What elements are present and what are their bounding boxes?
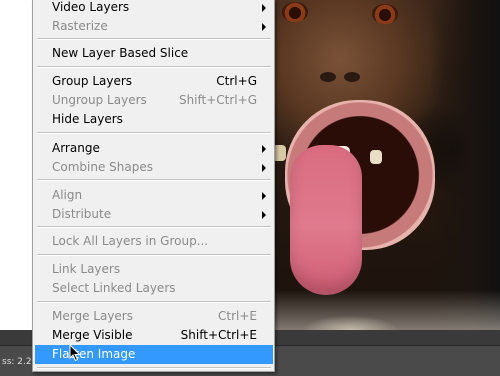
menu-item-lock-all-layers[interactable]: Lock All Layers in Group... (35, 232, 273, 251)
right-eye (372, 4, 398, 24)
menu-item-merge-layers[interactable]: Merge Layers Ctrl+E (35, 307, 273, 326)
menu-item-group-layers[interactable]: Group Layers Ctrl+G (35, 72, 273, 91)
submenu-arrow-icon (262, 23, 266, 31)
submenu-arrow-icon (262, 164, 266, 172)
submenu-arrow-icon (262, 211, 266, 219)
menu-item-align[interactable]: Align (35, 186, 273, 205)
photo-shadow (430, 0, 500, 330)
document-canvas-edge[interactable] (0, 0, 34, 330)
menu-item-combine-shapes[interactable]: Combine Shapes (35, 158, 273, 177)
submenu-arrow-icon (262, 145, 266, 153)
menu-separator (37, 66, 271, 68)
menu-separator (37, 132, 271, 134)
mouse-cursor-icon (69, 343, 81, 362)
menu-item-new-layer-based-slice[interactable]: New Layer Based Slice (35, 44, 273, 63)
photo-floor (260, 290, 500, 330)
menu-separator (37, 301, 271, 303)
menu-item-merge-visible[interactable]: Merge Visible Shift+Ctrl+E (35, 326, 273, 345)
right-nostril (344, 72, 360, 82)
menu-item-video-layers[interactable]: Video Layers (35, 0, 273, 17)
menu-item-select-linked-layers[interactable]: Select Linked Layers (35, 279, 273, 298)
left-eye (282, 2, 308, 22)
menu-separator (37, 38, 271, 40)
submenu-arrow-icon (262, 192, 266, 200)
menu-item-ungroup-layers[interactable]: Ungroup Layers Shift+Ctrl+G (35, 91, 273, 110)
menu-separator (37, 254, 271, 256)
side-tooth (370, 150, 382, 164)
menu-item-distribute[interactable]: Distribute (35, 205, 273, 224)
chimpanzee-photo (260, 0, 500, 330)
left-nostril (320, 72, 336, 82)
menu-separator (37, 367, 271, 369)
menu-separator (37, 179, 271, 181)
layer-context-menu: Video Layers Rasterize New Layer Based S… (32, 0, 275, 372)
submenu-arrow-icon (262, 4, 266, 12)
menu-separator (37, 226, 271, 228)
menu-item-hide-layers[interactable]: Hide Layers (35, 110, 273, 129)
tongue (290, 145, 362, 295)
canvas-area[interactable] (260, 0, 500, 330)
menu-item-link-layers[interactable]: Link Layers (35, 260, 273, 279)
menu-item-arrange[interactable]: Arrange (35, 139, 273, 158)
menu-item-rasterize[interactable]: Rasterize (35, 17, 273, 36)
